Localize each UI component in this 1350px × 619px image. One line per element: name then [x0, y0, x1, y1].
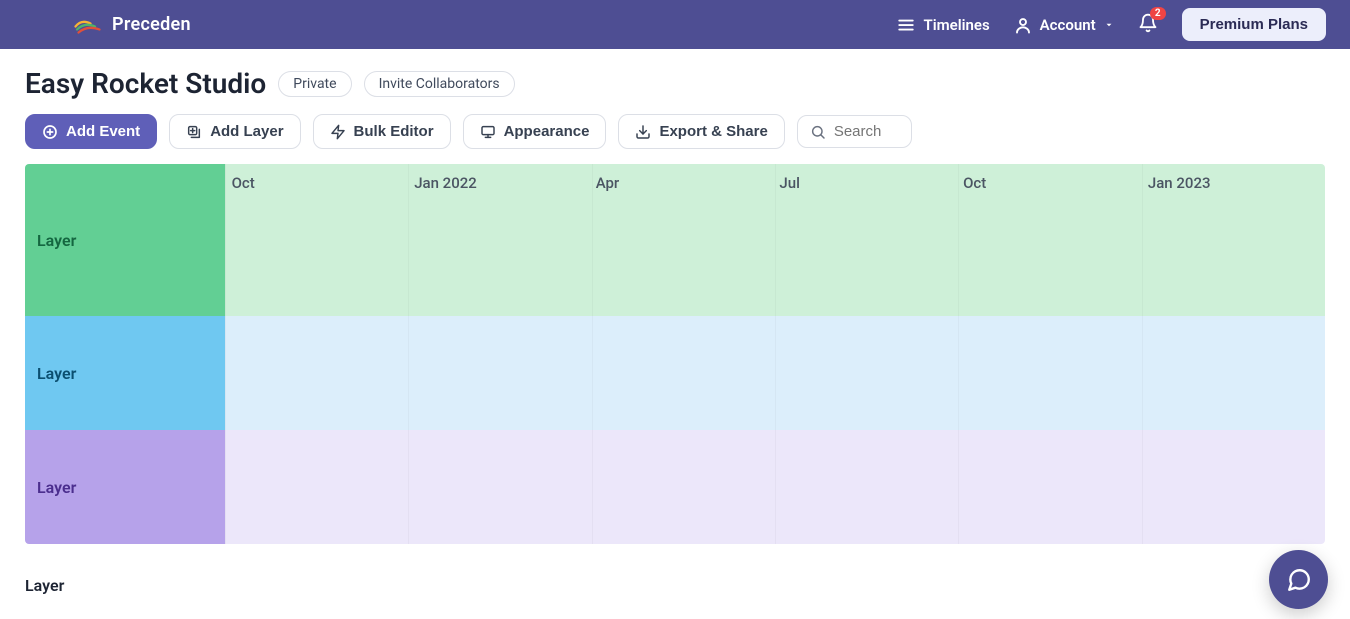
- timeline: Layer Oct Jan 2022 Apr Jul Oct Jan 2023 …: [25, 164, 1325, 544]
- date-label: Jul: [779, 174, 800, 192]
- date-label: Apr: [596, 174, 620, 192]
- layer-side-2[interactable]: Layer: [25, 316, 225, 430]
- date-label: Jan 2023: [1148, 174, 1211, 192]
- add-layer-button[interactable]: Add Layer: [169, 114, 300, 149]
- timeline-body-1[interactable]: Oct Jan 2022 Apr Jul Oct Jan 2023: [225, 164, 1325, 316]
- layer-label-1: Layer: [37, 231, 76, 250]
- download-icon: [635, 124, 651, 140]
- nav-timelines[interactable]: Timelines: [897, 16, 989, 34]
- export-share-label: Export & Share: [659, 123, 767, 140]
- search-icon: [810, 124, 826, 140]
- timeline-row-1[interactable]: Layer Oct Jan 2022 Apr Jul Oct Jan 2023: [25, 164, 1325, 316]
- premium-plans-button[interactable]: Premium Plans: [1182, 8, 1326, 41]
- layer-side-3[interactable]: Layer: [25, 430, 225, 544]
- lightning-icon: [330, 124, 346, 140]
- page-title: Easy Rocket Studio: [25, 67, 266, 100]
- premium-plans-label: Premium Plans: [1200, 16, 1308, 33]
- export-share-button[interactable]: Export & Share: [618, 114, 784, 149]
- nav-right: Timelines Account 2 Premium Plans: [897, 8, 1326, 41]
- notification-badge: 2: [1150, 7, 1166, 20]
- layer-label-3: Layer: [37, 478, 76, 497]
- layer-side-1[interactable]: Layer: [25, 164, 225, 316]
- brand[interactable]: Preceden: [74, 14, 191, 35]
- privacy-chip[interactable]: Private: [278, 71, 351, 97]
- add-layer-label: Add Layer: [210, 123, 283, 140]
- layer-label-2: Layer: [37, 364, 76, 383]
- timeline-row-2[interactable]: Layer: [25, 316, 1325, 430]
- invite-collaborators-button[interactable]: Invite Collaborators: [364, 71, 515, 97]
- caret-down-icon: [1104, 20, 1114, 30]
- bulk-editor-button[interactable]: Bulk Editor: [313, 114, 451, 149]
- notifications-button[interactable]: 2: [1138, 13, 1158, 37]
- timeline-body-3[interactable]: [225, 430, 1325, 544]
- page-content: Easy Rocket Studio Private Invite Collab…: [0, 49, 1350, 615]
- appearance-button[interactable]: Appearance: [463, 114, 607, 149]
- nav-account[interactable]: Account: [1014, 16, 1114, 34]
- timeline-body-2[interactable]: [225, 316, 1325, 430]
- date-label: Jan 2022: [414, 174, 477, 192]
- appearance-label: Appearance: [504, 123, 590, 140]
- plus-circle-icon: [42, 124, 58, 140]
- bottom-layer-label[interactable]: Layer: [25, 576, 1325, 595]
- appearance-icon: [480, 124, 496, 140]
- chat-icon: [1286, 567, 1312, 593]
- timeline-row-3[interactable]: Layer: [25, 430, 1325, 544]
- user-icon: [1014, 16, 1032, 34]
- title-row: Easy Rocket Studio Private Invite Collab…: [25, 67, 1325, 100]
- menu-icon: [897, 16, 915, 34]
- add-layer-icon: [186, 124, 202, 140]
- date-label: Oct: [963, 174, 986, 192]
- chat-fab[interactable]: [1269, 550, 1328, 609]
- date-label: Oct: [232, 174, 255, 192]
- brand-label: Preceden: [112, 14, 191, 35]
- add-event-label: Add Event: [66, 123, 140, 140]
- top-nav: Preceden Timelines Account: [0, 0, 1350, 49]
- logo-icon: [74, 15, 104, 35]
- toolbar: Add Event Add Layer Bulk Editor: [25, 114, 1325, 149]
- search-input[interactable]: [834, 123, 894, 140]
- search-wrap[interactable]: [797, 115, 912, 148]
- nav-timelines-label: Timelines: [923, 16, 989, 34]
- add-event-button[interactable]: Add Event: [25, 114, 157, 149]
- bulk-editor-label: Bulk Editor: [354, 123, 434, 140]
- nav-account-label: Account: [1040, 16, 1096, 34]
